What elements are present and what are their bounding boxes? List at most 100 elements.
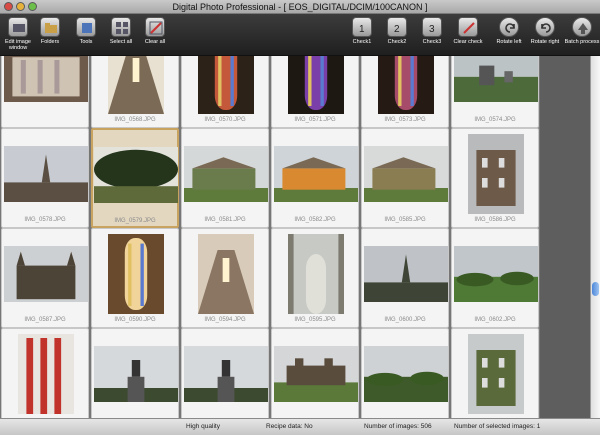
thumbnail-filename: IMG_0571.JPG (294, 117, 336, 123)
thumbnail-image[interactable] (454, 246, 538, 302)
thumbnail-cell[interactable]: IMG_0595.JPG (271, 228, 359, 328)
thumbnail-image[interactable] (364, 246, 448, 302)
thumbnail-image[interactable] (274, 346, 358, 402)
thumbnail-image[interactable] (4, 56, 88, 102)
thumbnail-cell[interactable] (181, 328, 269, 418)
thumbnail-filename: IMG_0594.JPG (204, 317, 246, 323)
scrollbar-knob[interactable] (592, 282, 599, 296)
vertical-scrollbar[interactable] (590, 56, 600, 418)
minimize-window-icon[interactable] (16, 2, 25, 11)
thumbnail-image[interactable] (468, 334, 524, 414)
thumbnail-image[interactable] (468, 134, 524, 214)
thumbnail-cell[interactable]: IMG_0590.JPG (91, 228, 179, 328)
thumbnail-cell[interactable] (1, 56, 89, 128)
thumbnail-filename: IMG_0585.JPG (384, 217, 426, 223)
toolbar-label: Check2 (387, 39, 407, 45)
clear-check-button[interactable]: Clear check (446, 17, 490, 55)
thumbnail-cell[interactable] (91, 328, 179, 418)
thumbnail-image[interactable] (108, 56, 164, 114)
thumbnail-filename: IMG_0602.JPG (474, 317, 516, 323)
thumbnail-image[interactable] (364, 346, 448, 402)
check2-icon: 2 (387, 17, 407, 37)
toolbar-label: Clear all (144, 39, 166, 45)
thumbnail-cell[interactable]: IMG_0582.JPG (271, 128, 359, 228)
thumbnail-cell[interactable]: IMG_0570.JPG (181, 56, 269, 128)
toolbar-label: Tools (79, 39, 93, 45)
thumbnail-filename: IMG_0590.JPG (114, 317, 156, 323)
status-image-count: Number of images: 506 (364, 423, 432, 430)
check3-icon: 3 (422, 17, 442, 37)
thumbnail-cell[interactable]: IMG_0578.JPG (1, 128, 89, 228)
thumbnail-image[interactable] (198, 56, 254, 114)
clear-all-icon (145, 17, 165, 37)
thumbnail-filename: IMG_0573.JPG (384, 117, 426, 123)
thumbnail-cell[interactable]: IMG_0568.JPG (91, 56, 179, 128)
thumbnail-cell[interactable]: IMG_0602.JPG (451, 228, 539, 328)
dpp-window: Digital Photo Professional - [ EOS_DIGIT… (0, 0, 600, 435)
edit-image-window-icon (8, 17, 28, 37)
thumbnail-filename: IMG_0568.JPG (114, 117, 156, 123)
thumbnail-cell[interactable] (271, 328, 359, 418)
thumbnail-cell[interactable]: IMG_0574.JPG (451, 56, 539, 128)
thumbnail-image[interactable] (184, 346, 268, 402)
folders-icon (40, 17, 60, 37)
zoom-window-icon[interactable] (28, 2, 37, 11)
thumbnail-cell[interactable] (361, 328, 449, 418)
close-window-icon[interactable] (4, 2, 13, 11)
toolbar-label: Check3 (422, 39, 442, 45)
thumbnail-filename: IMG_0582.JPG (294, 217, 336, 223)
toolbar-label: Rotate right (530, 39, 560, 45)
thumbnail-cell[interactable]: IMG_0585.JPG (361, 128, 449, 228)
batch-process-button[interactable]: Batch process (560, 17, 600, 55)
thumbnail-cell[interactable] (1, 328, 89, 418)
thumbnail-image[interactable] (108, 234, 164, 314)
thumbnail-filename: IMG_0570.JPG (204, 117, 246, 123)
thumbnail-image[interactable] (378, 56, 434, 114)
window-title: Digital Photo Professional - [ EOS_DIGIT… (172, 2, 428, 12)
thumbnail-filename: IMG_0574.JPG (474, 117, 516, 123)
clear-check-icon (458, 17, 478, 37)
thumbnail-cell[interactable]: IMG_0571.JPG (271, 56, 359, 128)
thumbnail-image[interactable] (454, 56, 538, 102)
thumbnail-filename: IMG_0600.JPG (384, 317, 426, 323)
thumbnail-filename: IMG_0586.JPG (474, 217, 516, 223)
thumbnail-image[interactable] (274, 146, 358, 202)
thumbnail-filename: IMG_0595.JPG (294, 317, 336, 323)
toolbar: Edit image window Folders Tools Select all C… (0, 14, 600, 56)
thumbnail-cell[interactable]: IMG_0594.JPG (181, 228, 269, 328)
thumbnail-image[interactable] (288, 234, 344, 314)
thumbnail-image[interactable] (18, 334, 74, 414)
thumbnail-cell[interactable]: IMG_0587.JPG (1, 228, 89, 328)
thumbnail-image[interactable] (94, 147, 178, 203)
thumbnail-filename: IMG_0587.JPG (24, 317, 66, 323)
thumbnail-cell[interactable] (451, 328, 539, 418)
toolbar-label: Rotate left (496, 39, 522, 45)
thumbnail-cell[interactable]: IMG_0581.JPG (181, 128, 269, 228)
thumbnail-cell[interactable]: IMG_0586.JPG (451, 128, 539, 228)
thumbnail-image[interactable] (4, 146, 88, 202)
toolbar-label: Select all (109, 39, 133, 45)
status-quality: High quality (186, 423, 220, 430)
rotate-left-icon (499, 17, 519, 37)
thumbnail-image[interactable] (184, 146, 268, 202)
thumbnail-cell[interactable]: IMG_0579.JPG (91, 128, 179, 228)
toolbar-label: Check1 (352, 39, 372, 45)
thumbnail-image[interactable] (364, 146, 448, 202)
side-panel (540, 56, 590, 418)
thumbnail-cell[interactable]: IMG_0573.JPG (361, 56, 449, 128)
tools-icon (76, 17, 96, 37)
status-bar: High quality Recipe data: No Number of i… (0, 418, 600, 435)
thumbnail-image[interactable] (94, 346, 178, 402)
thumbnail-cell[interactable]: IMG_0600.JPG (361, 228, 449, 328)
rotate-right-icon (535, 17, 555, 37)
thumbnail-image[interactable] (198, 234, 254, 314)
thumbnail-filename: IMG_0581.JPG (204, 217, 246, 223)
select-all-icon (111, 17, 131, 37)
svg-text:2: 2 (394, 24, 400, 35)
clear-all-button[interactable]: Clear all (133, 17, 177, 55)
thumbnail-image[interactable] (288, 56, 344, 114)
thumbnail-image[interactable] (4, 246, 88, 302)
toolbar-label: Folders (40, 39, 60, 45)
status-recipe: Recipe data: No (266, 423, 313, 430)
thumbnail-grid[interactable]: IMG_0568.JPG IMG_0570.JPG IMG_0571.JPG IMG_… (0, 56, 540, 418)
